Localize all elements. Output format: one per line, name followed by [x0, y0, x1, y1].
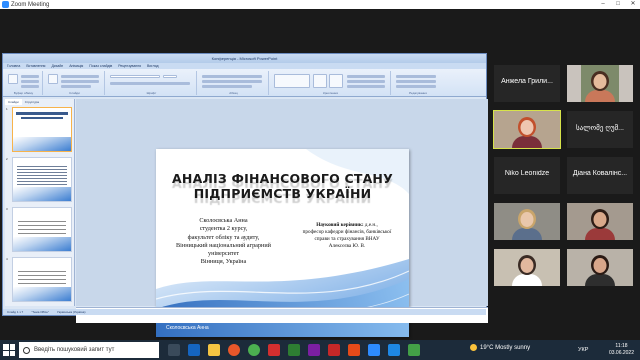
- participant-tile[interactable]: Niko Leonidze: [494, 157, 560, 194]
- ribbon-group-font: Шрифт: [107, 71, 197, 95]
- search-icon: [23, 346, 30, 354]
- tab-outline[interactable]: Структура: [22, 99, 42, 105]
- student-info: Сколоєвська Анна студентка 2 курсу, факу…: [176, 217, 271, 266]
- participant-video-body: [512, 274, 542, 286]
- slide-thumbnail[interactable]: [12, 157, 72, 202]
- shared-screen-powerpoint[interactable]: Конференція - Microsoft PowerPoint Голов…: [2, 53, 488, 337]
- ribbon-group-editing: Редагування: [393, 71, 443, 95]
- search-placeholder: Введіть пошуковий запит тут: [34, 347, 115, 353]
- ribbon-group-drawing: Креслення: [271, 71, 391, 95]
- slide-canvas[interactable]: АНАЛІЗ ФІНАНСОВОГО СТАНУ ПІДПРИЄМСТВ УКР…: [76, 99, 488, 337]
- participant-video-face: [593, 212, 607, 227]
- acrobat-icon[interactable]: [328, 344, 340, 356]
- participant-video-body: [585, 90, 615, 102]
- chrome-icon[interactable]: [248, 344, 260, 356]
- slide-footer-author: Сколоєвська Анна: [166, 325, 209, 331]
- paste-icon[interactable]: [8, 74, 18, 84]
- powerpoint-taskbar-icon[interactable]: [348, 344, 360, 356]
- participant-tile[interactable]: Анжела Грили...: [494, 65, 560, 102]
- maximize-button[interactable]: □: [611, 0, 625, 9]
- participant-tile[interactable]: [567, 203, 633, 240]
- arrange-icon[interactable]: [313, 74, 327, 88]
- slide-thumbnail[interactable]: [12, 257, 72, 302]
- participant-tile[interactable]: სალომე ღუმ...: [567, 111, 633, 148]
- taskbar-clock[interactable]: 11:18 03.06.2022: [609, 343, 634, 356]
- tab-slides[interactable]: Слайди: [5, 99, 22, 105]
- zoom-window-title: Zoom Meeting: [11, 1, 50, 8]
- participant-video-face: [520, 120, 534, 135]
- participant-name: Анжела Грили...: [501, 78, 553, 85]
- windows-start-button[interactable]: [3, 344, 15, 356]
- sun-icon: [470, 344, 477, 351]
- shapes-gallery[interactable]: [274, 74, 310, 88]
- weather-widget[interactable]: 19°C Mostly sunny: [470, 344, 530, 351]
- minimize-button[interactable]: –: [596, 0, 610, 9]
- participant-video-body: [585, 274, 615, 286]
- new-slide-icon[interactable]: [48, 74, 58, 84]
- participant-video-face: [593, 258, 607, 273]
- ppt-window-title: Конференція - Microsoft PowerPoint: [3, 54, 486, 63]
- slide-title: АНАЛІЗ ФІНАНСОВОГО СТАНУ ПІДПРИЄМСТВ УКР…: [172, 171, 393, 201]
- slides-outline-pane: Слайди Структура 1 2 3 4: [5, 99, 75, 306]
- excel-icon[interactable]: [288, 344, 300, 356]
- supervisor-info: Науковий керівник: д.е.н., професор кафе…: [302, 222, 392, 249]
- ribbon-group-paragraph: Абзац: [199, 71, 269, 95]
- participant-name: Діана Ковалінс...: [572, 170, 628, 177]
- zoom-logo-icon: [2, 1, 9, 8]
- taskbar-search[interactable]: Введіть пошуковий запит тут: [19, 342, 159, 358]
- participant-tile[interactable]: [567, 249, 633, 286]
- firefox-icon[interactable]: [228, 344, 240, 356]
- participant-tile[interactable]: [494, 203, 560, 240]
- zoom-taskbar-icon[interactable]: [368, 344, 380, 356]
- participant-tile[interactable]: [493, 110, 561, 149]
- ppt-ribbon: Буфер обміну Слайди Шрифт Абзац Кресленн…: [3, 69, 486, 97]
- opera-icon[interactable]: [268, 344, 280, 356]
- edge-icon[interactable]: [188, 344, 200, 356]
- participant-name: Niko Leonidze: [504, 170, 550, 177]
- ppt-status-bar: Слайд 1 з 7 "Тема Office" Українська (Ук…: [3, 309, 486, 315]
- participant-video-face: [520, 212, 534, 227]
- file-explorer-icon[interactable]: [208, 344, 220, 356]
- quick-styles-icon[interactable]: [329, 74, 343, 88]
- onenote-icon[interactable]: [308, 344, 320, 356]
- participant-tile[interactable]: [581, 65, 619, 102]
- ribbon-group-slides: Слайди: [45, 71, 105, 95]
- participant-tile[interactable]: Діана Ковалінс...: [567, 157, 633, 194]
- zoom-meeting-area: Конференція - Microsoft PowerPoint Голов…: [0, 9, 640, 340]
- participant-name: სალომე ღუმ...: [576, 125, 624, 132]
- task-view-icon[interactable]: [168, 344, 180, 356]
- ribbon-group-clipboard: Буфер обміну: [5, 71, 43, 95]
- participant-video-face: [520, 258, 534, 273]
- windows-taskbar: Введіть пошуковий запит тут 19°C Mostly …: [0, 340, 640, 360]
- slide-thumbnail[interactable]: [12, 207, 72, 252]
- word-icon[interactable]: [388, 344, 400, 356]
- participant-video-body: [585, 228, 615, 240]
- language-indicator[interactable]: УКР: [578, 347, 588, 353]
- participant-tile[interactable]: [494, 249, 560, 286]
- participant-video-body: [512, 136, 542, 148]
- zoom-titlebar: Zoom Meeting – □ ✕: [0, 0, 640, 9]
- outline-tabs: Слайди Структура: [5, 99, 74, 105]
- app-icon[interactable]: [408, 344, 420, 356]
- participant-video-face: [593, 74, 607, 89]
- close-button[interactable]: ✕: [626, 0, 640, 9]
- participant-video-body: [512, 228, 542, 240]
- slide-thumbnail[interactable]: [12, 107, 72, 152]
